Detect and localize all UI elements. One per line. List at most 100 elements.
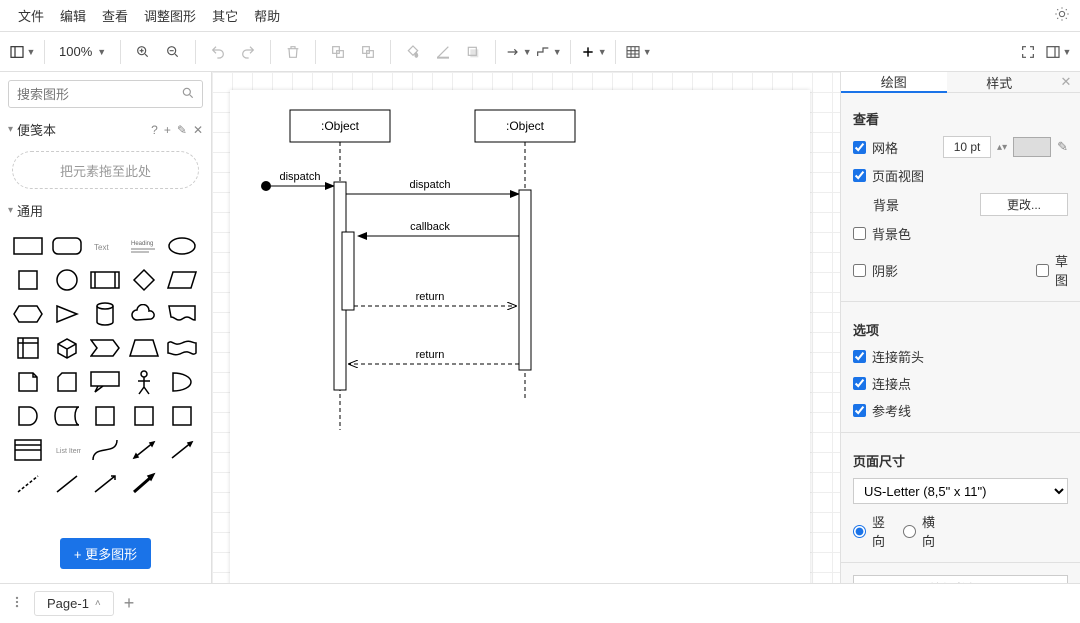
to-back-icon[interactable]	[354, 38, 382, 66]
table-icon[interactable]: ▼	[624, 38, 652, 66]
canvas[interactable]: :Object :Object dispatch dispatch callba…	[212, 72, 840, 583]
change-bg-button[interactable]: 更改...	[980, 193, 1068, 216]
landscape-radio[interactable]	[903, 525, 916, 538]
shape-or[interactable]	[166, 368, 198, 396]
shape-square[interactable]	[12, 266, 44, 294]
scratchpad-header[interactable]: ▾ 便笺本 ? + ✎ ✕	[0, 116, 211, 143]
scratchpad-close-icon[interactable]: ✕	[193, 123, 203, 137]
shape-list-item[interactable]: List Item	[51, 436, 83, 464]
connection-icon[interactable]: ▼	[504, 38, 532, 66]
shape-card[interactable]	[51, 368, 83, 396]
shape-document[interactable]	[166, 300, 198, 328]
menu-help[interactable]: 帮助	[246, 6, 288, 25]
delete-icon[interactable]	[279, 38, 307, 66]
shape-ellipse[interactable]	[166, 232, 198, 260]
sketch-checkbox[interactable]	[1036, 264, 1049, 277]
grid-checkbox[interactable]	[853, 141, 866, 154]
shape-data-storage[interactable]	[51, 402, 83, 430]
grid-color-swatch[interactable]	[1013, 137, 1051, 157]
lifeline-2-label: :Object	[506, 119, 545, 133]
scratchpad-add-icon[interactable]: +	[164, 123, 171, 137]
scratchpad-dropzone[interactable]: 把元素拖至此处	[12, 151, 199, 189]
zoom-level[interactable]: 100%▼	[53, 44, 112, 59]
shape-rect[interactable]	[12, 232, 44, 260]
guides-checkbox[interactable]	[853, 404, 866, 417]
grid-stepper-icon[interactable]: ▴▾	[997, 142, 1007, 153]
shape-dashed-line[interactable]	[12, 470, 44, 498]
insert-icon[interactable]: ▼	[579, 38, 607, 66]
edit-data-button[interactable]: 编辑数据...	[853, 575, 1068, 583]
pages-menu-icon[interactable]	[10, 595, 24, 612]
shape-step[interactable]	[89, 334, 121, 362]
scratchpad-edit-icon[interactable]: ✎	[177, 123, 187, 137]
add-page-button[interactable]: +	[124, 593, 135, 614]
theme-toggle-icon[interactable]	[1054, 6, 1070, 25]
shape-note[interactable]	[12, 368, 44, 396]
shape-actor[interactable]	[128, 368, 160, 396]
line-color-icon[interactable]	[429, 38, 457, 66]
search-input[interactable]	[8, 80, 203, 108]
pageview-checkbox[interactable]	[853, 169, 866, 182]
shape-diamond[interactable]	[128, 266, 160, 294]
shadow-checkbox[interactable]	[853, 264, 866, 277]
grid-size-input[interactable]: 10 pt	[943, 136, 991, 158]
menu-edit[interactable]: 编辑	[52, 6, 94, 25]
shape-square3[interactable]	[128, 402, 160, 430]
shape-heading[interactable]: Heading	[128, 232, 160, 260]
fill-color-icon[interactable]	[399, 38, 427, 66]
format-panel-icon[interactable]: ▼	[1044, 38, 1072, 66]
shape-parallelogram[interactable]	[166, 266, 198, 294]
pagesize-select[interactable]: US-Letter (8,5" x 11")	[853, 478, 1068, 504]
portrait-radio[interactable]	[853, 525, 866, 538]
shadow-icon[interactable]	[459, 38, 487, 66]
shape-link-arrow[interactable]	[89, 470, 121, 498]
shape-square2[interactable]	[89, 402, 121, 430]
shape-process[interactable]	[89, 266, 121, 294]
zoom-in-icon[interactable]	[129, 38, 157, 66]
menu-extras[interactable]: 其它	[204, 6, 246, 25]
conn-arrows-checkbox[interactable]	[853, 350, 866, 363]
shape-cylinder[interactable]	[89, 300, 121, 328]
waypoint-icon[interactable]: ▼	[534, 38, 562, 66]
shape-curve[interactable]	[89, 436, 121, 464]
menu-file[interactable]: 文件	[10, 6, 52, 25]
sidebar-toggle-icon[interactable]: ▼	[8, 38, 36, 66]
shape-arrow[interactable]	[166, 436, 198, 464]
tab-style[interactable]: 样式	[947, 72, 1053, 93]
shape-square4[interactable]	[166, 402, 198, 430]
shape-tape[interactable]	[166, 334, 198, 362]
shape-bidir-arrow[interactable]	[128, 436, 160, 464]
shape-hexagon[interactable]	[12, 300, 44, 328]
shape-rounded-rect[interactable]	[51, 232, 83, 260]
menu-arrange[interactable]: 调整图形	[136, 6, 204, 25]
shape-cube[interactable]	[51, 334, 83, 362]
undo-icon[interactable]	[204, 38, 232, 66]
more-shapes-button[interactable]: + 更多图形	[60, 538, 151, 569]
zoom-out-icon[interactable]	[159, 38, 187, 66]
conn-points-checkbox[interactable]	[853, 377, 866, 390]
shape-trapezoid[interactable]	[128, 334, 160, 362]
fullscreen-icon[interactable]	[1014, 38, 1042, 66]
shape-cloud[interactable]	[128, 300, 160, 328]
shape-text[interactable]: Text	[89, 232, 121, 260]
shape-triangle[interactable]	[51, 300, 83, 328]
shape-thick-arrow[interactable]	[128, 470, 160, 498]
scratchpad-help-icon[interactable]: ?	[151, 123, 158, 137]
shape-callout[interactable]	[89, 368, 121, 396]
shape-internal-storage[interactable]	[12, 334, 44, 362]
background-label: 背景	[873, 195, 974, 214]
shape-circle[interactable]	[51, 266, 83, 294]
bgcolor-checkbox[interactable]	[853, 227, 866, 240]
general-header[interactable]: ▾ 通用	[0, 197, 211, 224]
tab-diagram[interactable]: 绘图	[841, 72, 947, 93]
grid-color-edit-icon[interactable]: ✎	[1057, 139, 1068, 155]
shape-list[interactable]	[12, 436, 44, 464]
menu-view[interactable]: 查看	[94, 6, 136, 25]
to-front-icon[interactable]	[324, 38, 352, 66]
shape-line[interactable]	[51, 470, 83, 498]
redo-icon[interactable]	[234, 38, 262, 66]
close-panel-icon[interactable]: ✕	[1052, 72, 1080, 93]
shape-and[interactable]	[12, 402, 44, 430]
page-tab-1[interactable]: Page-1 ˄	[34, 591, 114, 616]
search-icon[interactable]	[181, 86, 195, 103]
